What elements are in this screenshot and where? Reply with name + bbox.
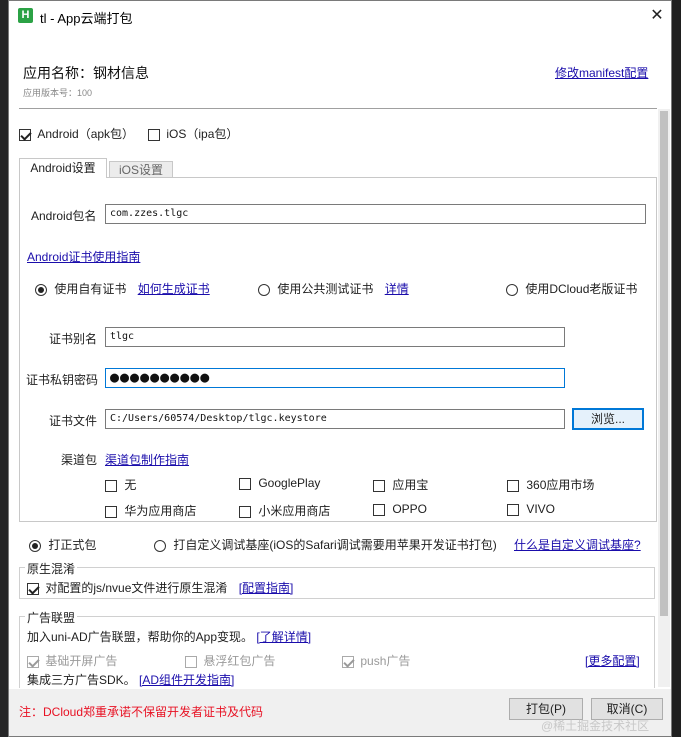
- channel-label-none: 无: [124, 478, 137, 492]
- cert-alias-label: 证书别名: [49, 332, 98, 346]
- ads-learn-more-link[interactable]: [了解详情]: [256, 630, 311, 644]
- ad-redpacket-checkbox: [185, 655, 197, 668]
- channel-option-googleplay[interactable]: GooglePlay: [239, 476, 320, 490]
- channel-option-vivo[interactable]: VIVO: [507, 502, 555, 516]
- channel-checkbox[interactable]: [239, 477, 251, 490]
- channel-checkbox[interactable]: [105, 505, 117, 518]
- channel-option-none[interactable]: 无: [105, 476, 136, 493]
- channel-checkbox[interactable]: [105, 479, 117, 492]
- divider: [19, 108, 657, 109]
- ad-push-label: push广告: [360, 654, 411, 668]
- channel-option-yingyongbao[interactable]: 应用宝: [373, 476, 428, 493]
- hbuilder-logo-icon: H: [18, 8, 33, 23]
- public-test-cert-label: 使用公共测试证书: [277, 282, 374, 296]
- ad-option-splash: 基础开屏广告: [27, 652, 117, 669]
- ios-label: iOS（ipa包）: [166, 127, 239, 141]
- ios-checkbox[interactable]: [148, 128, 160, 141]
- channel-label-oppo: OPPO: [392, 502, 428, 516]
- package-name-label: Android包名: [31, 209, 97, 223]
- ad-splash-checkbox: [27, 655, 39, 668]
- ad-option-push: push广告: [342, 652, 410, 669]
- obfuscation-guide-link[interactable]: [配置指南]: [239, 581, 294, 595]
- android-label: Android（apk包）: [37, 127, 135, 141]
- own-cert-option[interactable]: 使用自有证书 如何生成证书: [35, 280, 210, 297]
- obfuscation-option[interactable]: 对配置的js/nvue文件进行原生混淆 [配置指南]: [27, 579, 293, 596]
- channel-option-huawei[interactable]: 华为应用商店: [105, 502, 196, 519]
- channel-label-360: 360应用市场: [526, 478, 595, 492]
- ads-sdk-guide-link[interactable]: [AD组件开发指南]: [139, 673, 234, 687]
- dcloud-old-cert-radio[interactable]: [506, 283, 518, 296]
- window-title: tl - App云端打包: [40, 11, 133, 26]
- formal-build-option[interactable]: 打正式包: [29, 536, 96, 553]
- ads-sdk-row: 集成三方广告SDK。 [AD组件开发指南]: [27, 671, 234, 688]
- package-name-input[interactable]: com.zzes.tlgc: [105, 204, 646, 224]
- ads-join-text: 加入uni-AD广告联盟，帮助你的App变现。: [27, 630, 254, 644]
- what-is-custom-base-link[interactable]: 什么是自定义调试基座?: [514, 536, 641, 553]
- cloud-pack-dialog: H tl - App云端打包 ✕ 应用名称：钢材信息 应用版本号：100 修改m…: [8, 0, 672, 737]
- android-checkbox[interactable]: [19, 128, 31, 141]
- custom-base-option[interactable]: 打自定义调试基座(iOS的Safari调试需要用苹果开发证书打包): [154, 536, 497, 553]
- title-bar: H tl - App云端打包 ✕: [9, 1, 671, 32]
- channel-checkbox[interactable]: [507, 479, 519, 492]
- cert-password-input[interactable]: ●●●●●●●●●●: [105, 368, 565, 388]
- watermark: @稀土掘金技术社区: [541, 719, 650, 733]
- formal-build-radio[interactable]: [29, 539, 41, 552]
- channel-label-huawei: 华为应用商店: [124, 504, 197, 518]
- channel-checkbox[interactable]: [507, 503, 519, 516]
- ad-splash-label: 基础开屏广告: [45, 654, 118, 668]
- channel-option-360[interactable]: 360应用市场: [507, 476, 594, 493]
- privacy-warning: 注：DCloud郑重承诺不保留开发者证书及代码: [19, 705, 264, 719]
- dcloud-old-cert-option[interactable]: 使用DCloud老版证书: [506, 280, 637, 297]
- cert-password-label: 证书私钥密码: [26, 373, 99, 387]
- cert-file-input[interactable]: C:/Users/60574/Desktop/tlgc.keystore: [105, 409, 565, 429]
- ads-more-config-link[interactable]: [更多配置]: [585, 652, 640, 669]
- channel-guide-link[interactable]: 渠道包制作指南: [105, 451, 189, 468]
- app-name: 应用名称：钢材信息: [23, 65, 149, 81]
- cert-file-label: 证书文件: [49, 414, 98, 428]
- obfuscation-title: 原生混淆: [25, 560, 78, 577]
- channel-checkbox[interactable]: [373, 479, 385, 492]
- public-test-cert-option[interactable]: 使用公共测试证书 详情: [258, 280, 409, 297]
- public-cert-details-link[interactable]: 详情: [385, 282, 409, 296]
- channel-label-googleplay: GooglePlay: [258, 476, 321, 490]
- android-platform-option[interactable]: Android（apk包）: [19, 125, 134, 142]
- ad-option-redpacket: 悬浮红包广告: [185, 652, 275, 669]
- custom-base-radio[interactable]: [154, 539, 166, 552]
- android-settings-panel: [19, 177, 657, 522]
- channel-option-xiaomi[interactable]: 小米应用商店: [239, 502, 330, 519]
- ads-join-row: 加入uni-AD广告联盟，帮助你的App变现。 [了解详情]: [27, 628, 311, 645]
- android-cert-guide-link[interactable]: Android证书使用指南: [27, 248, 140, 265]
- channel-label: 渠道包: [61, 453, 98, 467]
- scrollbar-thumb[interactable]: [660, 111, 668, 616]
- cert-alias-input[interactable]: tlgc: [105, 327, 565, 347]
- browse-button[interactable]: 浏览...: [572, 408, 644, 430]
- own-cert-radio[interactable]: [35, 283, 47, 296]
- ad-push-checkbox: [342, 655, 354, 668]
- edit-manifest-link[interactable]: 修改manifest配置: [555, 64, 648, 81]
- channel-checkbox[interactable]: [239, 505, 251, 518]
- formal-build-label: 打正式包: [48, 538, 97, 552]
- app-version: 应用版本号：100: [23, 88, 93, 98]
- how-to-generate-cert-link[interactable]: 如何生成证书: [138, 282, 210, 296]
- channel-label-xiaomi: 小米应用商店: [258, 504, 331, 518]
- close-icon[interactable]: ✕: [645, 4, 669, 28]
- own-cert-label: 使用自有证书: [54, 282, 127, 296]
- custom-base-label: 打自定义调试基座(iOS的Safari调试需要用苹果开发证书打包): [173, 538, 497, 552]
- channel-label-yingyongbao: 应用宝: [392, 478, 429, 492]
- ads-sdk-text: 集成三方广告SDK。: [27, 673, 136, 687]
- channel-label-vivo: VIVO: [526, 502, 556, 516]
- ad-redpacket-label: 悬浮红包广告: [203, 654, 276, 668]
- obfuscation-checkbox[interactable]: [27, 582, 39, 595]
- tab-android-settings[interactable]: Android设置: [19, 158, 107, 178]
- channel-checkbox[interactable]: [373, 503, 385, 516]
- ios-platform-option[interactable]: iOS（ipa包）: [148, 125, 238, 142]
- ads-title: 广告联盟: [25, 609, 78, 626]
- dcloud-old-cert-label: 使用DCloud老版证书: [525, 282, 638, 296]
- channel-option-oppo[interactable]: OPPO: [373, 502, 427, 516]
- obfuscation-label: 对配置的js/nvue文件进行原生混淆: [45, 581, 228, 595]
- tab-ios-settings[interactable]: iOS设置: [109, 161, 173, 178]
- public-test-cert-radio[interactable]: [258, 283, 270, 296]
